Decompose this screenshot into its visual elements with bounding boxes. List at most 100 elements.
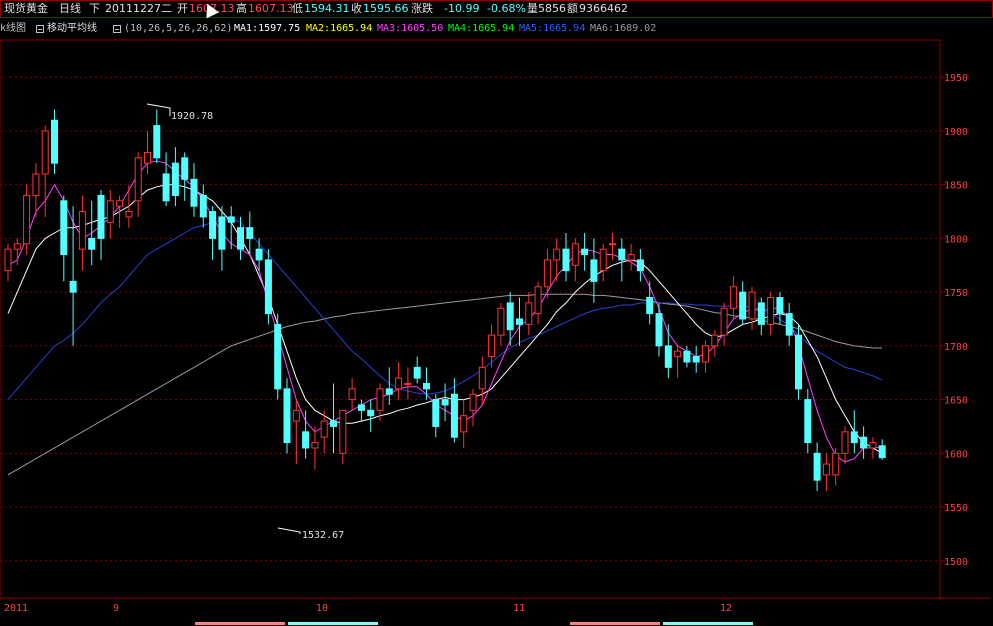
candle[interactable] [255, 238, 263, 271]
candle[interactable] [237, 216, 244, 260]
candle[interactable] [441, 383, 449, 422]
candle[interactable] [627, 243, 635, 271]
candle[interactable] [813, 442, 821, 491]
candle[interactable] [739, 281, 747, 325]
candle[interactable] [785, 302, 793, 346]
candle[interactable] [516, 297, 523, 346]
candle[interactable] [795, 324, 802, 400]
candle[interactable] [478, 356, 486, 405]
candle[interactable] [264, 249, 272, 325]
candle[interactable] [302, 410, 310, 459]
candle[interactable] [674, 345, 682, 379]
candle[interactable] [106, 190, 114, 239]
candle[interactable] [543, 249, 551, 298]
candle[interactable] [395, 361, 403, 400]
candle[interactable] [190, 163, 198, 217]
candle[interactable] [562, 233, 570, 282]
candle[interactable] [171, 147, 179, 207]
candle[interactable] [134, 152, 142, 217]
candle[interactable] [116, 195, 124, 228]
candle[interactable] [711, 329, 719, 357]
kline-tab-label[interactable]: k线图 [0, 22, 26, 36]
candle[interactable] [413, 356, 421, 384]
candle[interactable] [246, 211, 254, 255]
candle[interactable] [767, 292, 775, 336]
candle[interactable] [199, 184, 207, 228]
candle[interactable] [311, 426, 319, 470]
candle[interactable] [878, 439, 886, 460]
candle[interactable] [23, 184, 31, 255]
indicator-name[interactable]: 移动平均线 [47, 22, 97, 36]
candle[interactable] [469, 388, 477, 427]
collapse-box-icon[interactable] [113, 25, 121, 33]
instrument-name[interactable]: 现货黄金 [4, 2, 48, 16]
candle[interactable] [125, 184, 133, 228]
candle[interactable] [227, 206, 235, 250]
candle[interactable] [357, 399, 365, 422]
bottom-scrollbar[interactable] [0, 620, 993, 626]
candle[interactable] [757, 297, 765, 336]
candle[interactable] [534, 281, 542, 325]
candle[interactable] [144, 130, 151, 174]
candle[interactable] [571, 238, 579, 282]
candle[interactable] [590, 238, 598, 303]
candle[interactable] [283, 378, 291, 454]
candle[interactable] [636, 249, 644, 282]
candle[interactable] [729, 276, 737, 319]
candle[interactable] [330, 383, 337, 454]
candle[interactable] [599, 243, 607, 282]
candle[interactable] [804, 388, 812, 454]
ma1-value: MA1:1597.75 [234, 23, 301, 34]
period-label[interactable]: 日线 [59, 2, 81, 16]
candle[interactable] [683, 345, 691, 368]
candle[interactable] [218, 206, 226, 271]
candle[interactable] [664, 324, 672, 379]
candle[interactable] [692, 345, 700, 373]
candle[interactable] [97, 190, 105, 260]
candle[interactable] [78, 195, 86, 271]
candle[interactable] [404, 367, 412, 400]
candle[interactable] [209, 206, 217, 260]
candle[interactable] [860, 426, 868, 459]
candle[interactable] [720, 302, 728, 346]
candle[interactable] [432, 394, 440, 438]
candle[interactable] [367, 399, 375, 432]
candle[interactable] [609, 233, 616, 260]
candle[interactable] [655, 302, 663, 357]
candle[interactable] [553, 238, 561, 282]
ma4-value: MA4:1665.94 [448, 23, 515, 34]
candle[interactable] [339, 409, 347, 465]
y-tick-label: 1550 [944, 503, 968, 514]
candle[interactable] [869, 437, 877, 459]
candle[interactable] [292, 399, 300, 465]
candle[interactable] [60, 195, 68, 282]
y-tick-label: 1500 [944, 557, 968, 568]
candle[interactable] [618, 238, 626, 282]
candle[interactable] [51, 109, 58, 174]
candle[interactable] [460, 399, 468, 448]
candle[interactable] [525, 292, 533, 336]
y-tick-label: 1950 [944, 73, 968, 84]
weekday-label: 二 [161, 2, 172, 15]
candle[interactable] [162, 152, 170, 207]
candle[interactable] [841, 426, 849, 465]
candle[interactable] [822, 453, 830, 491]
candle[interactable] [348, 378, 356, 411]
candle[interactable] [181, 152, 189, 201]
candle[interactable] [153, 109, 161, 164]
kline-chart[interactable]: 1950 1900 1850 1800 1750 1700 1650 1600 1550 1500… [0, 0, 993, 626]
candle[interactable] [274, 313, 282, 400]
candle[interactable] [832, 447, 840, 486]
high-label: 高 [236, 2, 247, 15]
candle[interactable] [88, 200, 96, 266]
candle[interactable] [646, 281, 654, 325]
candle[interactable] [497, 302, 505, 346]
candle[interactable] [423, 367, 430, 400]
candle[interactable] [776, 292, 784, 325]
candle[interactable] [702, 340, 709, 373]
candle[interactable] [4, 243, 12, 282]
candle[interactable] [850, 410, 858, 454]
candle[interactable] [748, 286, 756, 330]
close-label: 收 [351, 2, 362, 15]
collapse-box-icon[interactable] [36, 25, 44, 33]
